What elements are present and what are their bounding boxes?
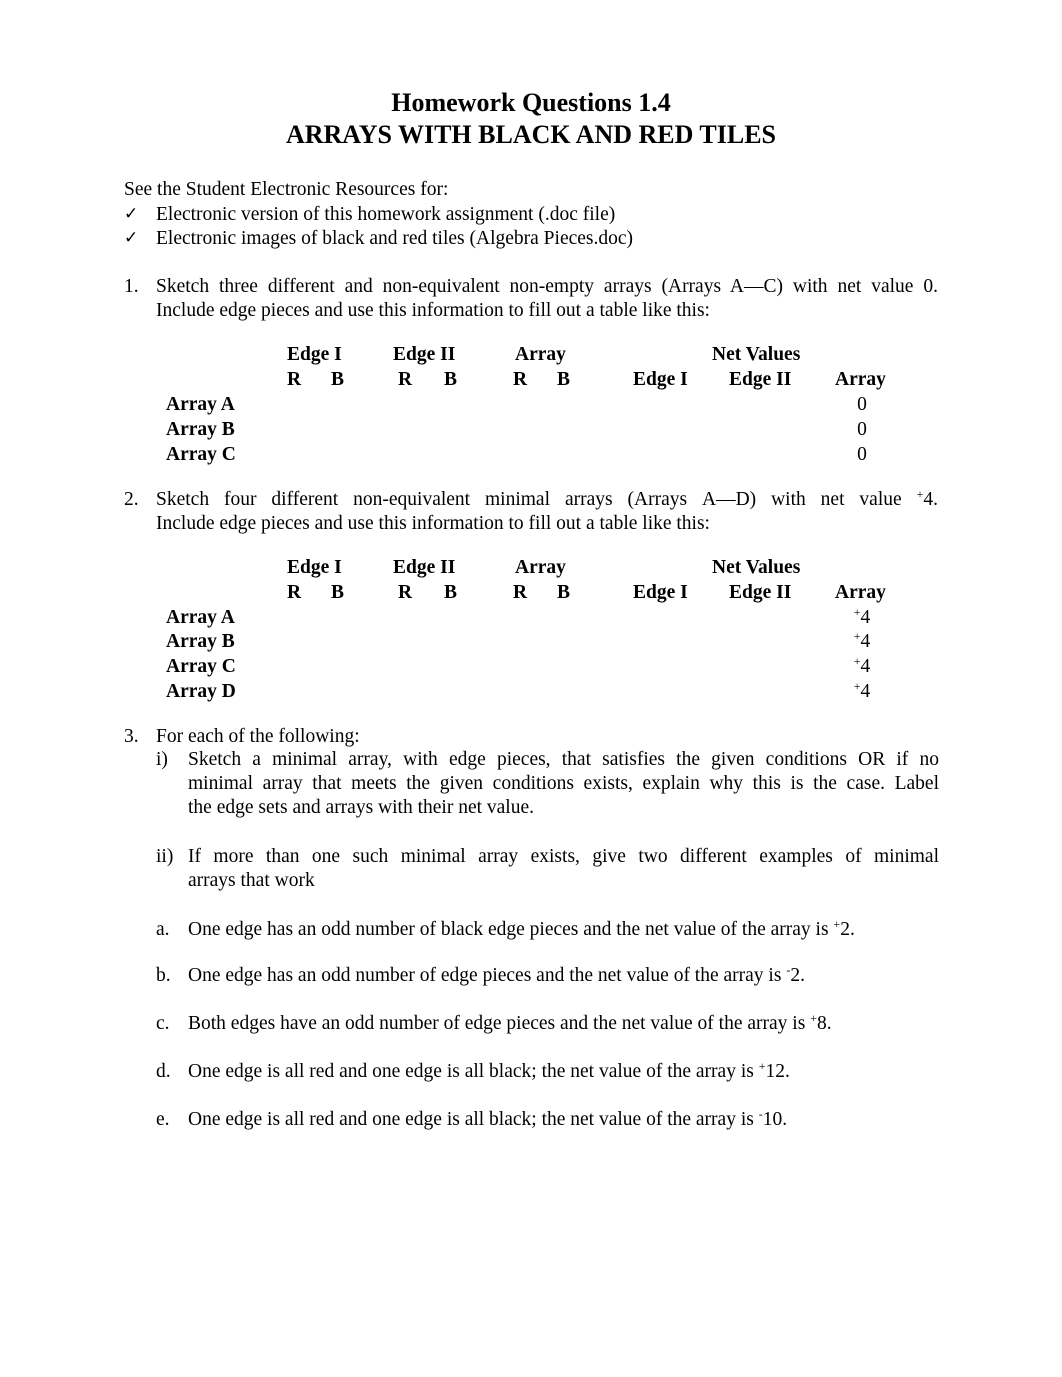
header-edge-i: Edge I [287,557,342,578]
part-marker: d. [156,1061,171,1082]
document-title: Homework Questions 1.4 [391,88,671,117]
part-text: One edge has an odd number of edge piece… [188,963,805,986]
header-array: Array [515,557,566,578]
subheader-edge-i: Edge I [633,582,688,603]
subheader-edge-i: Edge I [633,369,688,390]
row-label: Array B [166,631,235,652]
instruction-text: If more than one such minimal array exis… [188,846,939,867]
array-net-value: +4 [853,629,871,652]
resources-intro: See the Student Electronic Resources for… [124,179,449,200]
subheader-b: B [444,582,458,603]
array-net-value: 0 [857,444,867,465]
row-label: Array C [166,444,236,465]
question-3-intro: For each of the following: [156,726,360,747]
part-marker: c. [156,1013,170,1034]
question-number: 2. [124,489,139,510]
subheader-r: R [287,582,302,603]
check-mark-icon: ✓ [124,204,139,224]
header-array: Array [515,344,566,365]
subheader-r: R [398,369,413,390]
question-1-text-line-1: Sketch three different and non-equivalen… [156,276,938,297]
header-net-values: Net Values [712,557,801,578]
resource-item: Electronic images of black and red tiles… [156,228,634,249]
subheader-b: B [331,369,345,390]
subheader-r: R [287,369,302,390]
instruction-marker: ii) [156,846,174,867]
question-2-text-line-2: Include edge pieces and use this informa… [156,513,710,534]
header-edge-ii: Edge II [393,344,456,365]
question-1-text-line-2: Include edge pieces and use this informa… [156,300,710,321]
header-edge-i: Edge I [287,344,342,365]
header-net-values: Net Values [712,344,801,365]
document-subtitle: ARRAYS WITH BLACK AND RED TILES [285,120,777,149]
question-number: 1. [124,276,139,297]
instruction-text: Sketch a minimal array, with edge pieces… [188,749,939,770]
check-mark-icon: ✓ [124,228,139,248]
resource-item: Electronic version of this homework assi… [156,204,616,225]
instruction-text: arrays that work [188,870,315,891]
subheader-b: B [557,369,571,390]
subheader-array: Array [835,582,886,603]
row-label: Array A [166,394,235,415]
instruction-marker: i) [156,749,168,770]
subheader-r: R [398,582,413,603]
subheader-array: Array [835,369,886,390]
subheader-r: R [513,369,528,390]
array-net-value: +4 [853,679,871,702]
subheader-b: B [444,369,458,390]
part-text: One edge is all red and one edge is all … [188,1107,788,1130]
part-marker: b. [156,965,171,986]
part-marker: e. [156,1109,170,1130]
instruction-text: the edge sets and arrays with their net … [188,797,535,818]
subheader-b: B [331,582,345,603]
instruction-text: minimal array that meets the given condi… [188,773,939,794]
part-text: One edge is all red and one edge is all … [188,1059,790,1082]
array-net-value: +4 [853,605,871,628]
array-net-value: +4 [853,654,871,677]
subheader-b: B [557,582,571,603]
subheader-r: R [513,582,528,603]
document-page: Homework Questions 1.4 ARRAYS WITH BLACK… [0,0,1062,1377]
subheader-edge-ii: Edge II [729,582,792,603]
row-label: Array D [166,681,236,702]
array-net-value: 0 [857,419,867,440]
question-number: 3. [124,726,139,747]
part-text: Both edges have an odd number of edge pi… [188,1011,832,1034]
question-2-text-line-1: Sketch four different non-equivalent minimal… [156,487,938,510]
array-net-value: 0 [857,394,867,415]
row-label: Array B [166,419,235,440]
subheader-edge-ii: Edge II [729,369,792,390]
part-text: One edge has an odd number of black edge… [188,917,855,940]
part-marker: a. [156,919,170,940]
row-label: Array C [166,656,236,677]
row-label: Array A [166,607,235,628]
header-edge-ii: Edge II [393,557,456,578]
